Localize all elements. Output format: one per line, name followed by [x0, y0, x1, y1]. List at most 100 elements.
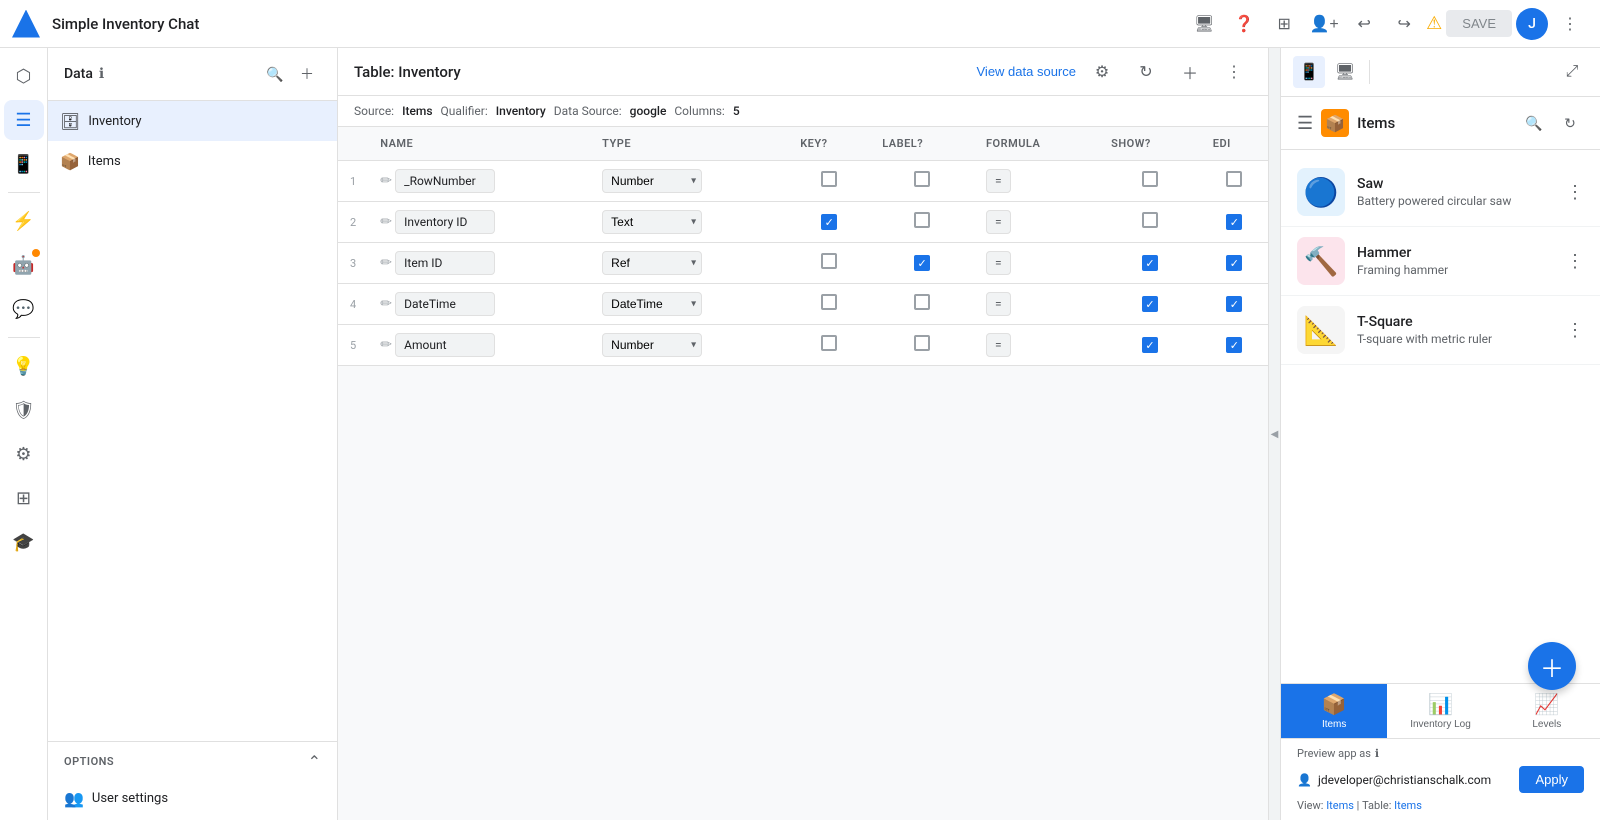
data-info-icon[interactable]: ℹ: [99, 66, 104, 82]
sidebar-icon-grid2[interactable]: ⊞: [4, 478, 44, 518]
label-checkbox-2[interactable]: [914, 212, 930, 228]
item-card-tsquare[interactable]: 📐 T-Square T-square with metric ruler ⋮: [1281, 296, 1600, 365]
redo-icon-btn[interactable]: ↪: [1386, 6, 1422, 42]
sidebar-icon-bulb[interactable]: 💡: [4, 346, 44, 386]
data-item-items[interactable]: 📦 Items ＋ ⋮: [48, 141, 337, 181]
saw-more-icon[interactable]: ⋮: [1566, 182, 1584, 203]
edit-checkbox-1[interactable]: [1226, 171, 1242, 187]
edit-icon-4[interactable]: ✏: [380, 296, 392, 312]
formula-4[interactable]: =: [986, 292, 1011, 316]
grid-icon-btn[interactable]: ⊞: [1266, 6, 1302, 42]
data-search-btn[interactable]: 🔍: [261, 60, 289, 88]
data-item-inventory[interactable]: 🗄 Inventory ＋ ⋮: [48, 101, 337, 141]
label-checkbox-3[interactable]: [914, 255, 930, 271]
type-select-1[interactable]: Number: [602, 169, 702, 193]
label-checkbox-1[interactable]: [914, 171, 930, 187]
help-icon-btn[interactable]: ❓: [1226, 6, 1262, 42]
view-link[interactable]: Items: [1326, 799, 1354, 812]
more-icon-btn[interactable]: ⋮: [1552, 6, 1588, 42]
datasource-label: Data Source:: [554, 104, 622, 118]
monitor-icon-btn[interactable]: 🖥: [1186, 6, 1222, 42]
edit-checkbox-3[interactable]: [1226, 255, 1242, 271]
items-add-btn[interactable]: ＋: [275, 149, 299, 173]
table-settings-btn[interactable]: ⚙: [1084, 54, 1120, 90]
hammer-more-icon[interactable]: ⋮: [1566, 251, 1584, 272]
show-checkbox-1[interactable]: [1142, 171, 1158, 187]
edit-checkbox-2[interactable]: [1226, 214, 1242, 230]
avatar[interactable]: J: [1516, 8, 1548, 40]
view-data-source-button[interactable]: View data source: [977, 64, 1077, 79]
sidebar-icon-shield[interactable]: 🛡: [4, 390, 44, 430]
items-more-btn[interactable]: ⋮: [301, 149, 325, 173]
hamburger-icon[interactable]: ☰: [1297, 113, 1313, 134]
show-checkbox-5[interactable]: [1142, 337, 1158, 353]
save-button[interactable]: SAVE: [1446, 10, 1512, 37]
right-panel: 📱 🖥 ⤢ ☰ 📦 Items 🔍 ↻ 🔵 Saw Batter: [1280, 48, 1600, 820]
item-card-hammer[interactable]: 🔨 Hammer Framing hammer ⋮: [1281, 227, 1600, 296]
sidebar-icon-bolt[interactable]: ⚡: [4, 201, 44, 241]
item-card-saw[interactable]: 🔵 Saw Battery powered circular saw ⋮: [1281, 158, 1600, 227]
sidebar-icon-hub[interactable]: ⬡: [4, 56, 44, 96]
sidebar-icon-grad[interactable]: 🎓: [4, 522, 44, 562]
key-checkbox-5[interactable]: [821, 335, 837, 351]
sidebar-icon-chat[interactable]: 💬: [4, 289, 44, 329]
tab-levels[interactable]: 📈 Levels: [1494, 684, 1600, 738]
undo-icon-btn[interactable]: ↩: [1346, 6, 1382, 42]
user-settings-item[interactable]: 👥 User settings: [48, 781, 337, 820]
options-section: oPTIONS ⌃ 👥 User settings: [48, 741, 337, 820]
formula-2[interactable]: =: [986, 210, 1011, 234]
label-checkbox-5[interactable]: [914, 335, 930, 351]
edit-icon-5[interactable]: ✏: [380, 337, 392, 353]
type-select-3[interactable]: Ref: [602, 251, 702, 275]
type-select-4[interactable]: DateTime: [602, 292, 702, 316]
inventory-more-btn[interactable]: ⋮: [301, 109, 325, 133]
edit-icon-1[interactable]: ✏: [380, 173, 392, 189]
data-add-btn[interactable]: ＋: [293, 60, 321, 88]
warning-icon: ⚠: [1426, 13, 1442, 34]
rp-tablet-btn[interactable]: 🖥: [1329, 56, 1361, 88]
source-label: Source:: [354, 104, 394, 118]
sidebar-icon-data[interactable]: ☰: [4, 100, 44, 140]
type-select-5[interactable]: Number: [602, 333, 702, 357]
key-checkbox-1[interactable]: [821, 171, 837, 187]
rp-expand-btn[interactable]: ⤢: [1556, 56, 1588, 88]
sidebar-icon-bot[interactable]: 🤖: [4, 245, 44, 285]
collapse-handle[interactable]: ◀: [1268, 48, 1280, 820]
inventory-add-btn[interactable]: ＋: [275, 109, 299, 133]
key-checkbox-2[interactable]: [821, 214, 837, 230]
key-checkbox-4[interactable]: [821, 294, 837, 310]
table-link[interactable]: Items: [1394, 799, 1422, 812]
row-key-cell-3: [788, 243, 870, 284]
add-user-icon-btn[interactable]: 👤+: [1306, 6, 1342, 42]
sidebar-icon-gear[interactable]: ⚙: [4, 434, 44, 474]
edit-checkbox-4[interactable]: [1226, 296, 1242, 312]
edit-icon-3[interactable]: ✏: [380, 255, 392, 271]
tab-items[interactable]: 📦 Items: [1281, 684, 1387, 738]
tab-inventory-log[interactable]: 📊 Inventory Log: [1387, 684, 1493, 738]
table-refresh-btn[interactable]: ↻: [1128, 54, 1164, 90]
show-checkbox-2[interactable]: [1142, 212, 1158, 228]
sidebar-icon-phone[interactable]: 📱: [4, 144, 44, 184]
show-checkbox-3[interactable]: [1142, 255, 1158, 271]
tsquare-more-icon[interactable]: ⋮: [1566, 320, 1584, 341]
items-data-icon: 📦: [60, 152, 80, 171]
table-add-btn[interactable]: ＋: [1172, 54, 1208, 90]
label-checkbox-4[interactable]: [914, 294, 930, 310]
edit-checkbox-5[interactable]: [1226, 337, 1242, 353]
table-more-btn[interactable]: ⋮: [1216, 54, 1252, 90]
fab-add-button[interactable]: ＋: [1528, 642, 1576, 690]
formula-1[interactable]: =: [986, 169, 1011, 193]
formula-3[interactable]: =: [986, 251, 1011, 275]
rp-mobile-btn[interactable]: 📱: [1293, 56, 1325, 88]
edit-icon-2[interactable]: ✏: [380, 214, 392, 230]
type-select-2[interactable]: Text: [602, 210, 702, 234]
items-search-btn[interactable]: 🔍: [1520, 109, 1548, 137]
app-title: Simple Inventory Chat: [52, 15, 1178, 33]
items-refresh-btn[interactable]: ↻: [1556, 109, 1584, 137]
options-header[interactable]: oPTIONS ⌃: [48, 742, 337, 781]
formula-5[interactable]: =: [986, 333, 1011, 357]
key-checkbox-3[interactable]: [821, 253, 837, 269]
row-show-cell-2: [1099, 202, 1201, 243]
apply-button[interactable]: Apply: [1519, 766, 1584, 793]
show-checkbox-4[interactable]: [1142, 296, 1158, 312]
